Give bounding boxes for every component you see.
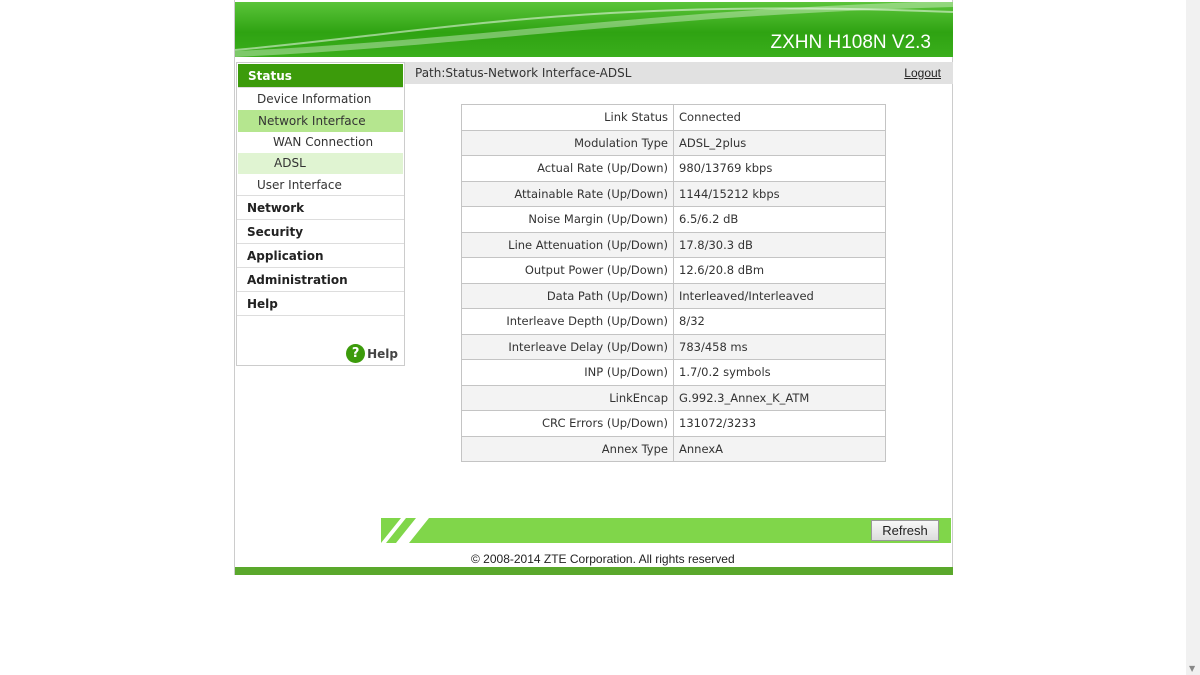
- row-label: Actual Rate (Up/Down): [461, 155, 674, 182]
- table-row: Actual Rate (Up/Down) 980/13769 kbps: [461, 155, 886, 182]
- product-name: ZXHN H108N V2.3: [770, 32, 931, 53]
- footer-bar: Refresh: [381, 518, 951, 543]
- copyright: © 2008-2014 ZTE Corporation. All rights …: [471, 552, 735, 566]
- row-label: LinkEncap: [461, 384, 674, 411]
- row-value: 8/32: [673, 308, 886, 335]
- sidebar: Status Device Information Network Interf…: [236, 62, 405, 366]
- stripe-decoration: [381, 518, 429, 543]
- row-label: Data Path (Up/Down): [461, 282, 674, 309]
- row-label: Output Power (Up/Down): [461, 257, 674, 284]
- row-label: Annex Type: [461, 435, 674, 462]
- row-value: 17.8/30.3 dB: [673, 231, 886, 258]
- row-label: Modulation Type: [461, 129, 674, 156]
- row-label: Noise Margin (Up/Down): [461, 206, 674, 233]
- table-row: Data Path (Up/Down) Interleaved/Interleav…: [461, 282, 886, 309]
- menu-administration[interactable]: Administration: [237, 268, 404, 292]
- row-value: 783/458 ms: [673, 333, 886, 360]
- menu-user-interface[interactable]: User Interface: [237, 174, 404, 196]
- row-value: AnnexA: [673, 435, 886, 462]
- table-row: LinkEncap G.992.3_Annex_K_ATM: [461, 384, 886, 411]
- row-label: Interleave Delay (Up/Down): [461, 333, 674, 360]
- row-label: Attainable Rate (Up/Down): [461, 180, 674, 207]
- row-value: 1.7/0.2 symbols: [673, 359, 886, 386]
- menu-security[interactable]: Security: [237, 220, 404, 244]
- row-value: 6.5/6.2 dB: [673, 206, 886, 233]
- table-row: Annex Type AnnexA: [461, 435, 886, 462]
- refresh-button[interactable]: Refresh: [871, 520, 939, 541]
- scrollbar[interactable]: ▼: [1186, 0, 1200, 675]
- table-row: INP (Up/Down) 1.7/0.2 symbols: [461, 359, 886, 386]
- table-row: Attainable Rate (Up/Down) 1144/15212 kbps: [461, 180, 886, 207]
- bottom-bar: [235, 567, 953, 575]
- menu-adsl[interactable]: ADSL: [238, 153, 403, 174]
- scroll-down-icon[interactable]: ▼: [1189, 664, 1195, 673]
- menu-network[interactable]: Network: [237, 196, 404, 220]
- table-row: Link Status Connected: [461, 104, 886, 131]
- help-icon: ?: [346, 344, 366, 363]
- menu-network-interface[interactable]: Network Interface: [238, 110, 403, 132]
- table-row: CRC Errors (Up/Down) 131072/3233: [461, 410, 886, 437]
- row-value: Interleaved/Interleaved: [673, 282, 886, 309]
- help-label: Help: [367, 346, 398, 361]
- menu-status[interactable]: Status: [238, 64, 403, 88]
- path-text: Path:Status-Network Interface-ADSL: [415, 66, 632, 80]
- page-container: ZXHN H108N V2.3 Status Device Informatio…: [234, 0, 953, 575]
- logout-link[interactable]: Logout: [904, 62, 941, 84]
- table-row: Interleave Delay (Up/Down) 783/458 ms: [461, 333, 886, 360]
- menu-device-information[interactable]: Device Information: [237, 88, 404, 110]
- table-row: Interleave Depth (Up/Down) 8/32: [461, 308, 886, 335]
- adsl-status-table: Link Status Connected Modulation Type ADSL_…: [461, 104, 886, 462]
- table-row: Output Power (Up/Down) 12.6/20.8 dBm: [461, 257, 886, 284]
- menu-help[interactable]: Help: [237, 292, 404, 316]
- breadcrumb: Path:Status-Network Interface-ADSL Logou…: [405, 62, 953, 84]
- table-row: Line Attenuation (Up/Down) 17.8/30.3 dB: [461, 231, 886, 258]
- row-label: Link Status: [461, 104, 674, 131]
- row-value: 12.6/20.8 dBm: [673, 257, 886, 284]
- row-value: 1144/15212 kbps: [673, 180, 886, 207]
- row-value: G.992.3_Annex_K_ATM: [673, 384, 886, 411]
- row-value: 980/13769 kbps: [673, 155, 886, 182]
- row-label: Interleave Depth (Up/Down): [461, 308, 674, 335]
- row-value: 131072/3233: [673, 410, 886, 437]
- row-value: ADSL_2plus: [673, 129, 886, 156]
- table-row: Modulation Type ADSL_2plus: [461, 129, 886, 156]
- table-row: Noise Margin (Up/Down) 6.5/6.2 dB: [461, 206, 886, 233]
- menu-application[interactable]: Application: [237, 244, 404, 268]
- row-label: Line Attenuation (Up/Down): [461, 231, 674, 258]
- menu-wan-connection[interactable]: WAN Connection: [237, 132, 404, 153]
- row-label: CRC Errors (Up/Down): [461, 410, 674, 437]
- row-label: INP (Up/Down): [461, 359, 674, 386]
- help-link[interactable]: ? Help: [346, 344, 398, 363]
- row-value: Connected: [673, 104, 886, 131]
- header-banner: ZXHN H108N V2.3: [235, 2, 953, 57]
